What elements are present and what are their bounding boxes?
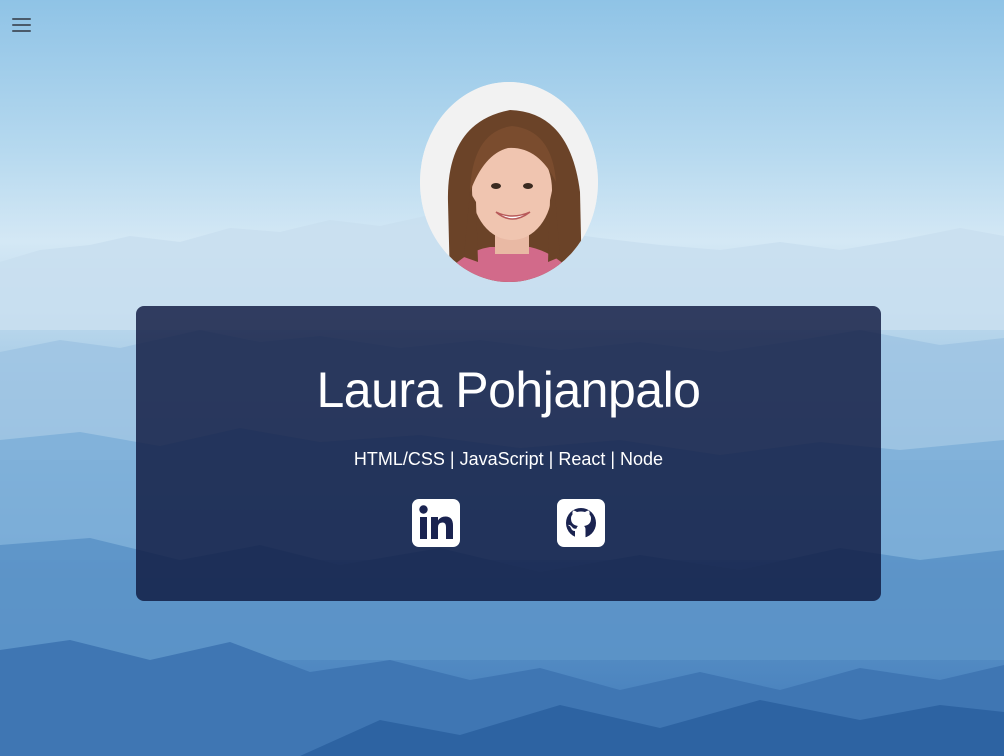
avatar [420,82,598,282]
profile-photo [420,82,598,282]
profile-card: Laura Pohjanpalo HTML/CSS | JavaScript |… [136,306,881,601]
github-link[interactable] [556,498,606,548]
linkedin-icon [412,499,460,547]
linkedin-link[interactable] [411,498,461,548]
github-icon [557,499,605,547]
hamburger-menu-icon [12,18,31,20]
page: Laura Pohjanpalo HTML/CSS | JavaScript |… [0,0,1004,756]
menu-button[interactable] [12,14,36,36]
skills-line: HTML/CSS | JavaScript | React | Node [353,449,664,469]
profile-name: Laura Pohjanpalo [316,362,702,418]
